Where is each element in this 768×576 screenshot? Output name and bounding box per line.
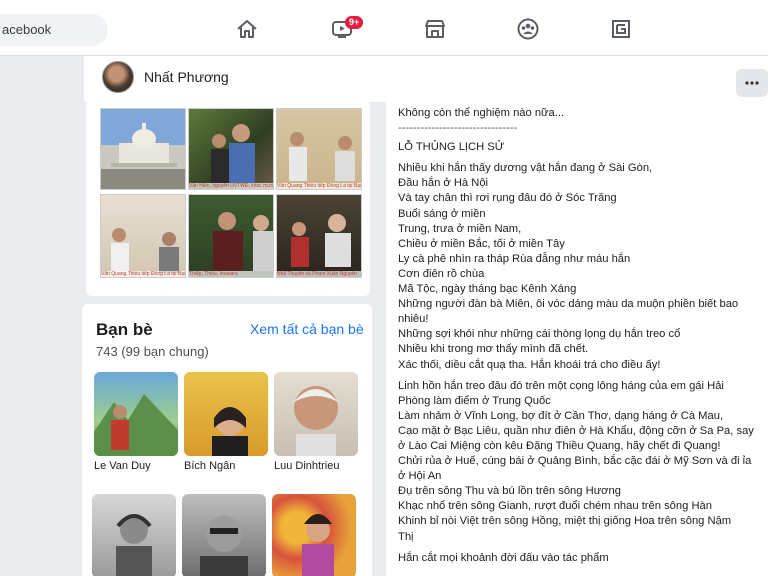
- post-line: Cơn điên rồ chùa: [398, 267, 485, 280]
- photo-thumbnail[interactable]: Văn Quang Thiều tiếp Đồng La tại Bạc V: [100, 194, 186, 278]
- post-line: Thị: [398, 530, 414, 543]
- post-line: Linh hồn hắn treo đâu đó trên một cọng l…: [398, 379, 724, 392]
- photo-thumbnail[interactable]: Nhã Thuyên và Phạm Xuân Nguyên: [276, 194, 362, 278]
- friend-name[interactable]: Le Van Duy: [94, 460, 151, 472]
- photo-caption: Văn Quang Thiều tiếp Đồng La tại Bạc Vi: [277, 183, 361, 189]
- post-line: Chửi rủa ở Huế, cúng bái ở Quảng Bình, b…: [398, 455, 752, 468]
- post-line: Nhiều khi trong mơ thấy mình đã chết.: [398, 343, 589, 356]
- post-line: Ly cà phê nhìn ra tháp Rùa đẫng như máu …: [398, 252, 631, 265]
- photo-caption: Văn Quang Thiều tiếp Đồng La tại Bạc V: [101, 271, 185, 277]
- search-box[interactable]: acebook: [0, 14, 108, 46]
- post-line: Làm nhảm ở Vĩnh Long, bợ đít ở Cần Thơ, …: [398, 409, 724, 422]
- post-line: Nhiều khi hắn thấy dương vật hắn đang ở …: [398, 162, 653, 175]
- photo-caption: Thiệp, Thiều, Inrasara: [189, 271, 273, 277]
- friends-count: 743 (99 bạn chung): [96, 344, 209, 359]
- photo-caption: Nhã Thuyên và Phạm Xuân Nguyên: [277, 271, 361, 277]
- photo-thumbnail[interactable]: [100, 108, 186, 190]
- friend-avatar[interactable]: [182, 494, 266, 576]
- post-line: Trung, trưa ở miền Nam,: [398, 222, 522, 235]
- post-text: Không còn thể nghiệm nào nữa... --------…: [398, 106, 766, 566]
- groups-icon[interactable]: [515, 18, 541, 40]
- profile-header: Nhất Phương: [84, 56, 768, 102]
- notification-badge: 9+: [345, 16, 364, 29]
- friend-avatar[interactable]: [274, 372, 358, 456]
- profile-name[interactable]: Nhất Phương: [144, 69, 229, 85]
- post-line: --------------------------------: [398, 122, 518, 135]
- post-line: Cạo mặt ở Bạc Liêu, quần như điên ở Hà K…: [398, 424, 754, 437]
- friend-name[interactable]: Luu Dinhtrieu: [274, 460, 339, 472]
- gaming-icon[interactable]: [608, 18, 634, 40]
- post-line: Đụ trên sông Thu và bú lồn trên sông Hươ…: [398, 485, 621, 498]
- post-line: Không còn thể nghiệm nào nữa...: [398, 107, 565, 119]
- post-line: ở Hội An: [398, 470, 442, 483]
- post-line: Xác thối, diều cắt quạ tha. Hắn khoái tr…: [398, 358, 661, 371]
- top-navigation-bar: acebook 9+: [0, 0, 768, 56]
- photo-thumbnail[interactable]: Văn Hiến, nguyên UVTWĐ, khóc mười một...: [188, 108, 274, 190]
- ellipsis-icon: [745, 81, 759, 85]
- post-line: nhiêu!: [398, 313, 429, 326]
- friends-title: Bạn bè: [96, 320, 153, 339]
- friends-card: Bạn bè Xem tất cả bạn bè 743 (99 bạn chu…: [82, 304, 372, 576]
- post-line: Chiều ở miền Bắc, tối ở miền Tây: [398, 237, 565, 250]
- post-line: LỖ THỦNG LỊCH SỬ: [398, 141, 505, 154]
- photo-caption: Văn Hiến, nguyên UVTWĐ, khóc mười một...: [189, 183, 273, 189]
- post-line: Khạc nhổ trên sông Gianh, rượt đuổi chém…: [398, 500, 712, 513]
- friend-avatar[interactable]: [184, 372, 268, 456]
- post-line: ở Lào Cai Miệng còn kêu Đặng Thiều Quang…: [398, 439, 721, 452]
- friend-name[interactable]: Bích Ngân: [184, 460, 235, 472]
- post-line: Những sợi khói như những cái thòng lọng …: [398, 328, 681, 341]
- search-text: acebook: [2, 22, 52, 37]
- post-line: Phòng làm điểm ở Trung Quốc: [398, 394, 551, 407]
- see-all-friends-link[interactable]: Xem tất cả bạn bè: [250, 321, 364, 337]
- friend-avatar[interactable]: [272, 494, 356, 576]
- post-line: Hắn cắt mọi khoảnh đời đấu vào tác phẩm: [398, 551, 609, 564]
- home-icon[interactable]: [234, 18, 260, 40]
- post-line: Đầu hắn ở Hà Nội: [398, 177, 489, 190]
- post-line: Và tay chân thì rơi rụng đâu đó ở Sóc Tr…: [398, 192, 617, 205]
- post-line: Những người đàn bà Miên, ôi vóc dáng màu…: [398, 298, 739, 311]
- marketplace-icon[interactable]: [422, 18, 448, 40]
- more-options-button[interactable]: [736, 69, 768, 97]
- photo-thumbnail[interactable]: Văn Quang Thiều tiếp Đồng La tại Bạc Vi: [276, 108, 362, 190]
- photo-thumbnail[interactable]: Thiệp, Thiều, Inrasara: [188, 194, 274, 278]
- photos-card: Văn Hiến, nguyên UVTWĐ, khóc mười một...…: [86, 100, 370, 296]
- post-line: Khinh bỉ nòi Việt trên sông Hồng, miệt t…: [398, 515, 732, 528]
- post-content: Không còn thể nghiệm nào nữa... --------…: [386, 100, 768, 576]
- friend-avatar[interactable]: [94, 372, 178, 456]
- post-line: Mã Tộc, ngày tháng bạc Kênh Xáng: [398, 283, 577, 296]
- post-line: Buổi sáng ở miền: [398, 207, 486, 220]
- friend-avatar[interactable]: [92, 494, 176, 576]
- avatar[interactable]: [102, 61, 134, 93]
